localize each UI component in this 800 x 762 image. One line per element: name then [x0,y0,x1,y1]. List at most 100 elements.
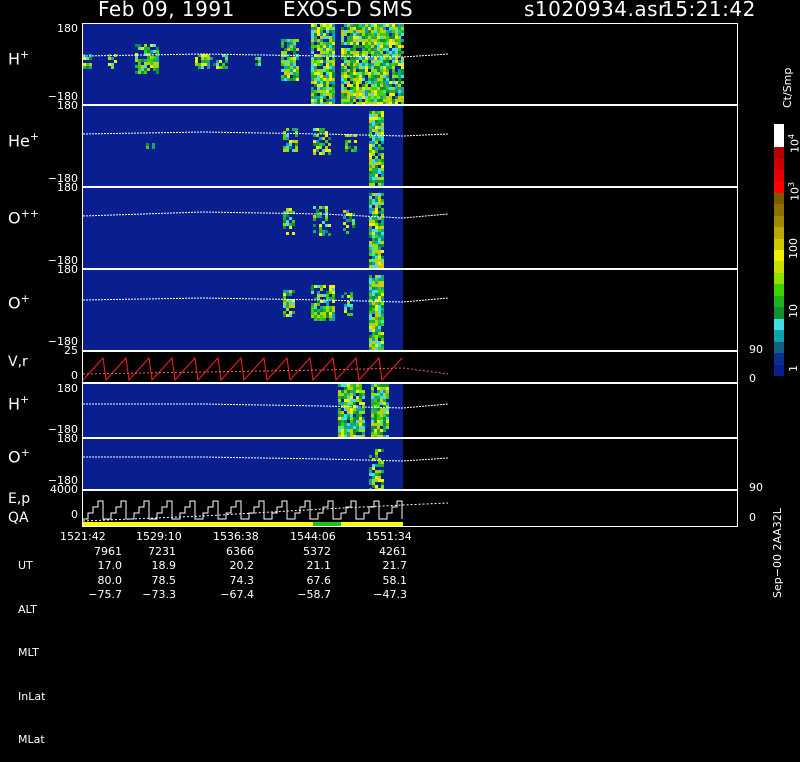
spectrogram-cell [380,48,383,51]
spectrogram-cell [375,290,378,293]
spectrogram-cell [89,63,92,66]
spectrogram-cell [392,27,395,30]
spectrogram-cell [341,75,344,78]
spectrogram-cell [381,126,384,129]
spectrogram-cell [369,296,372,299]
spectrogram-cell [377,408,380,411]
spectrogram-cell [368,96,371,99]
spectrogram-cell [378,305,381,308]
spectrogram-cell [341,84,344,87]
spectrogram-cell [375,485,378,488]
spectrogram-cell [329,69,332,72]
spectrogram-cell [372,120,375,123]
spectrogram-cell [398,90,401,93]
trace-line [83,131,449,137]
spectrogram-cell [372,302,375,305]
spectrogram-cell [349,219,352,222]
spectrogram-cell [322,233,325,236]
spectrogram-cell [344,304,347,307]
spectrogram-cell [372,129,375,132]
spectrogram-cell [371,93,374,96]
footer-cell: 67.6 [306,573,332,587]
spectrogram-cell [195,60,198,63]
spectrogram-cell [389,36,392,39]
spectrogram-cell [372,293,375,296]
spectrogram-cell [378,183,381,186]
spectrogram-cell [377,63,380,66]
spectrogram-cell [374,93,377,96]
spectrogram-cell [317,72,320,75]
spectrogram-cell [375,208,378,211]
spectrogram-cell [290,45,293,48]
spectrogram-cell [372,199,375,202]
spectrogram-cell [338,417,341,420]
spectrogram-cell [341,414,344,417]
spectrogram-cell [283,137,286,140]
spectrogram-cell [319,233,322,236]
panel-he-plus [82,105,738,187]
spectrogram-cell [369,247,372,250]
spectrogram-cell [313,224,316,227]
spectrogram-cell [386,81,389,84]
spectrogram-cell [392,24,395,27]
spectrogram-cell [395,72,398,75]
spectrogram-cell [296,78,299,81]
spectrogram-cell [386,78,389,81]
spectrogram-cell [401,90,404,93]
spectrogram-cell [375,305,378,308]
footer-cell: 4261 [379,544,407,558]
spectrogram-cell [371,60,374,63]
spectrogram-cell [378,144,381,147]
spectrogram-cell [347,24,350,27]
spectrogram-cell [369,262,372,265]
spectrogram-cell [135,44,138,47]
spectrogram-cell [356,33,359,36]
spectrogram-cell [386,33,389,36]
spectrogram-cell [375,335,378,338]
spectrogram-cell [372,323,375,326]
spectrogram-cell [359,81,362,84]
spectrogram-cell [353,408,356,411]
trace-line [83,356,403,382]
spectrogram-cell [383,42,386,45]
spectrogram-cell [350,66,353,69]
footer-cell: 1536:38 [213,530,259,543]
spectrogram-cell [320,306,323,309]
spectrogram-cell [356,45,359,48]
colorbar-segment [774,227,784,240]
spectrogram-cell [341,36,344,39]
spectrogram-cell [290,78,293,81]
spectrogram-cell [314,303,317,306]
spectrogram-cell [359,51,362,54]
spectrogram-cell [381,317,384,320]
spectrogram-cell [314,45,317,48]
spectrogram-cell [374,432,377,435]
spectrogram-cell [341,93,344,96]
spectrogram-cell [380,57,383,60]
spectrogram-cell [356,42,359,45]
spectrogram-cell [347,393,350,396]
spectrogram-cell [326,66,329,69]
spectrogram-cell [369,320,372,323]
spectrogram-cell [392,33,395,36]
spectrogram-cell [353,432,356,435]
spectrogram-cell [356,426,359,429]
spectrogram-cell [371,399,374,402]
spectrogram-cell [344,399,347,402]
spectrogram-cell [281,57,284,60]
spectrogram-cell [283,146,286,149]
spectrogram-cell [378,205,381,208]
spectrogram-cell [323,90,326,93]
spectrogram-cell [326,309,329,312]
spectrogram-cell [362,45,365,48]
header-date: Feb 09, 1991 [98,0,235,21]
spectrogram-cell [319,146,322,149]
spectrogram-cell [383,399,386,402]
spectrogram-cell [377,30,380,33]
spectrogram-cell [378,314,381,317]
spectrogram-cell [374,84,377,87]
spectrogram-cell [392,78,395,81]
spectrogram-cell [328,224,331,227]
spectrogram-cell [314,69,317,72]
spectrogram-cell [320,24,323,27]
